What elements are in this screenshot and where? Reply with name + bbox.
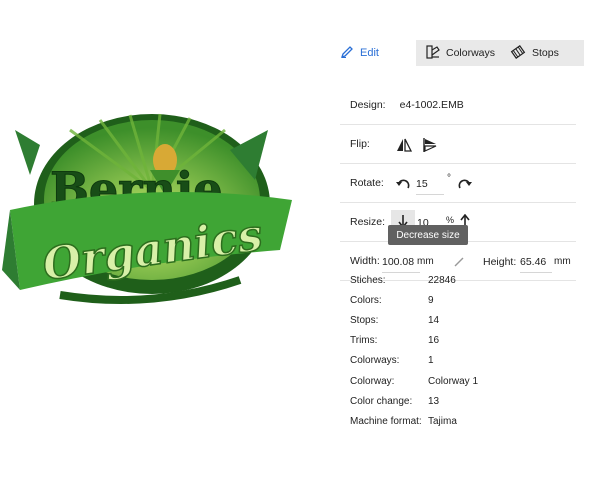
rotate-value: 15 (416, 177, 428, 190)
stat-key: Colors: (350, 294, 382, 306)
stat-key: Trims: (350, 335, 378, 347)
rotate-label: Rotate: (350, 177, 384, 189)
stat-row: Trims: 16 (350, 331, 580, 351)
flip-row: Flip: (340, 125, 576, 164)
height-value: 65.46 (520, 255, 547, 268)
tab-colorways-label: Colorways (446, 47, 496, 59)
resize-label: Resize: (350, 216, 386, 228)
stat-value: 22846 (428, 274, 456, 286)
stat-value: 1 (428, 355, 434, 367)
thread-spool-icon (510, 44, 526, 62)
stat-key: Colorways: (350, 355, 400, 367)
stat-key: Stops: (350, 314, 379, 326)
stat-value: 9 (428, 294, 434, 306)
swatch-book-icon (426, 44, 440, 62)
resize-unit: % (446, 215, 455, 225)
stat-key: Color change: (350, 395, 413, 407)
stat-value: Tajima (428, 415, 457, 427)
stat-row: Colors: 9 (350, 290, 580, 310)
stat-row: Colorway: Colorway 1 (350, 371, 580, 391)
stat-row: Machine format: Tajima (350, 411, 580, 431)
height-unit: mm (554, 256, 571, 267)
pencil-icon (340, 45, 354, 62)
rotate-left-icon[interactable] (394, 175, 412, 193)
height-label: Height: (483, 256, 517, 268)
tab-colorways[interactable]: Colorways (416, 40, 500, 66)
stat-row: Color change: 13 (350, 391, 580, 411)
flip-vertical-icon[interactable] (420, 136, 440, 154)
stat-key: Machine format: (350, 415, 422, 427)
tab-stops-label: Stops (532, 47, 559, 59)
stat-value: Colorway 1 (428, 375, 479, 387)
stat-key: Colorway: (350, 375, 395, 387)
lock-ratio-icon[interactable] (452, 254, 466, 270)
edit-button[interactable]: Edit (340, 40, 379, 66)
properties-list: Design: e4-1002.EMB Flip: Rotate: 15 ° R… (340, 86, 576, 281)
stat-row: Colorways: 1 (350, 351, 580, 371)
rotate-unit: ° (447, 173, 451, 184)
flip-label: Flip: (350, 138, 370, 150)
width-value: 100.08 (382, 255, 415, 268)
stat-value: 16 (428, 335, 440, 347)
toolbar: Edit Colorways Stops (340, 40, 584, 66)
stat-row: Stops: 14 (350, 310, 580, 330)
stat-value: 13 (428, 395, 440, 407)
embroidery-preview: Bernie Organics (0, 100, 300, 310)
decrease-size-tooltip: Decrease size (388, 225, 468, 245)
edit-label: Edit (360, 47, 379, 59)
rotate-input[interactable]: 15 (416, 173, 444, 195)
tab-stops[interactable]: Stops (500, 40, 584, 66)
rotate-right-icon[interactable] (456, 175, 474, 193)
embroidery-logo: Bernie Organics (2, 113, 292, 304)
design-value: e4-1002.EMB (399, 99, 464, 111)
width-label: Width: (350, 255, 380, 267)
stat-key: Stiches: (350, 274, 386, 286)
design-stats: Stiches: 22846 Colors: 9 Stops: 14 Trims: 16… (350, 270, 580, 432)
rotate-row: Rotate: 15 ° (340, 164, 576, 203)
stat-value: 14 (428, 314, 440, 326)
flip-horizontal-icon[interactable] (394, 136, 414, 154)
tab-bar: Colorways Stops (416, 40, 584, 66)
stat-row: Stiches: 22846 (350, 270, 580, 290)
design-label: Design: (350, 99, 386, 111)
width-unit: mm (417, 256, 434, 267)
design-row: Design: e4-1002.EMB (340, 86, 576, 125)
design-panel: Edit Colorways Stops Design: e4-1002.EMB… (340, 40, 584, 281)
